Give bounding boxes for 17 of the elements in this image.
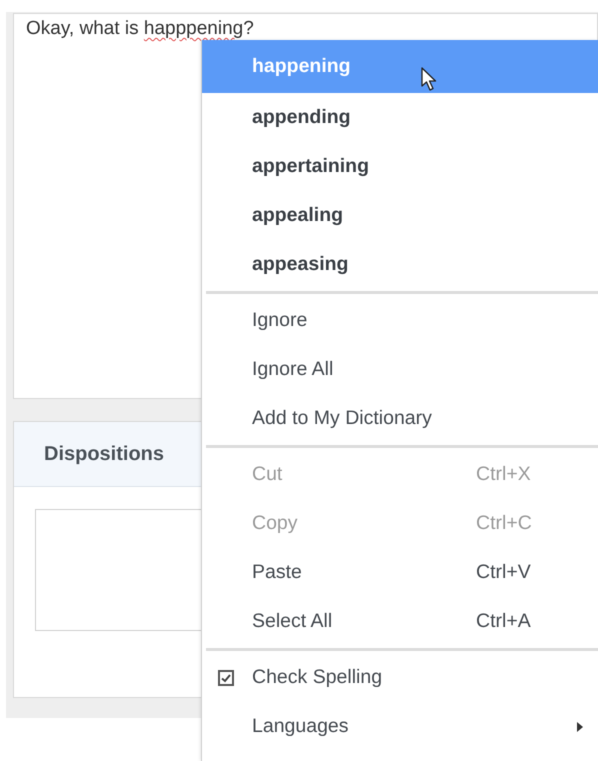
menu-item[interactable]: Languages: [202, 702, 598, 751]
suggestion-item[interactable]: appealing: [202, 191, 598, 240]
menu-item[interactable]: Ignore All: [202, 345, 598, 394]
menu-item[interactable]: Paste Ctrl+V: [202, 548, 598, 597]
message-text: Okay, what is happpening?: [26, 18, 254, 39]
checkbox[interactable]: [218, 670, 234, 686]
menu-item[interactable]: Add to My Dictionary: [202, 394, 598, 443]
menu-item[interactable]: Select All Ctrl+A: [202, 597, 598, 646]
menu-item[interactable]: Ignore: [202, 296, 598, 345]
mouse-pointer-icon: [421, 67, 437, 93]
suggestion-item[interactable]: appertaining: [202, 142, 598, 191]
suggestion-item[interactable]: appeasing: [202, 240, 598, 289]
dispositions-tab[interactable]: Dispositions: [44, 442, 164, 466]
checkmark-icon: [220, 672, 232, 684]
suggestion-item[interactable]: appending: [202, 93, 598, 142]
menu-item[interactable]: Check Spelling: [202, 653, 598, 702]
submenu-arrow-icon: [577, 722, 583, 732]
